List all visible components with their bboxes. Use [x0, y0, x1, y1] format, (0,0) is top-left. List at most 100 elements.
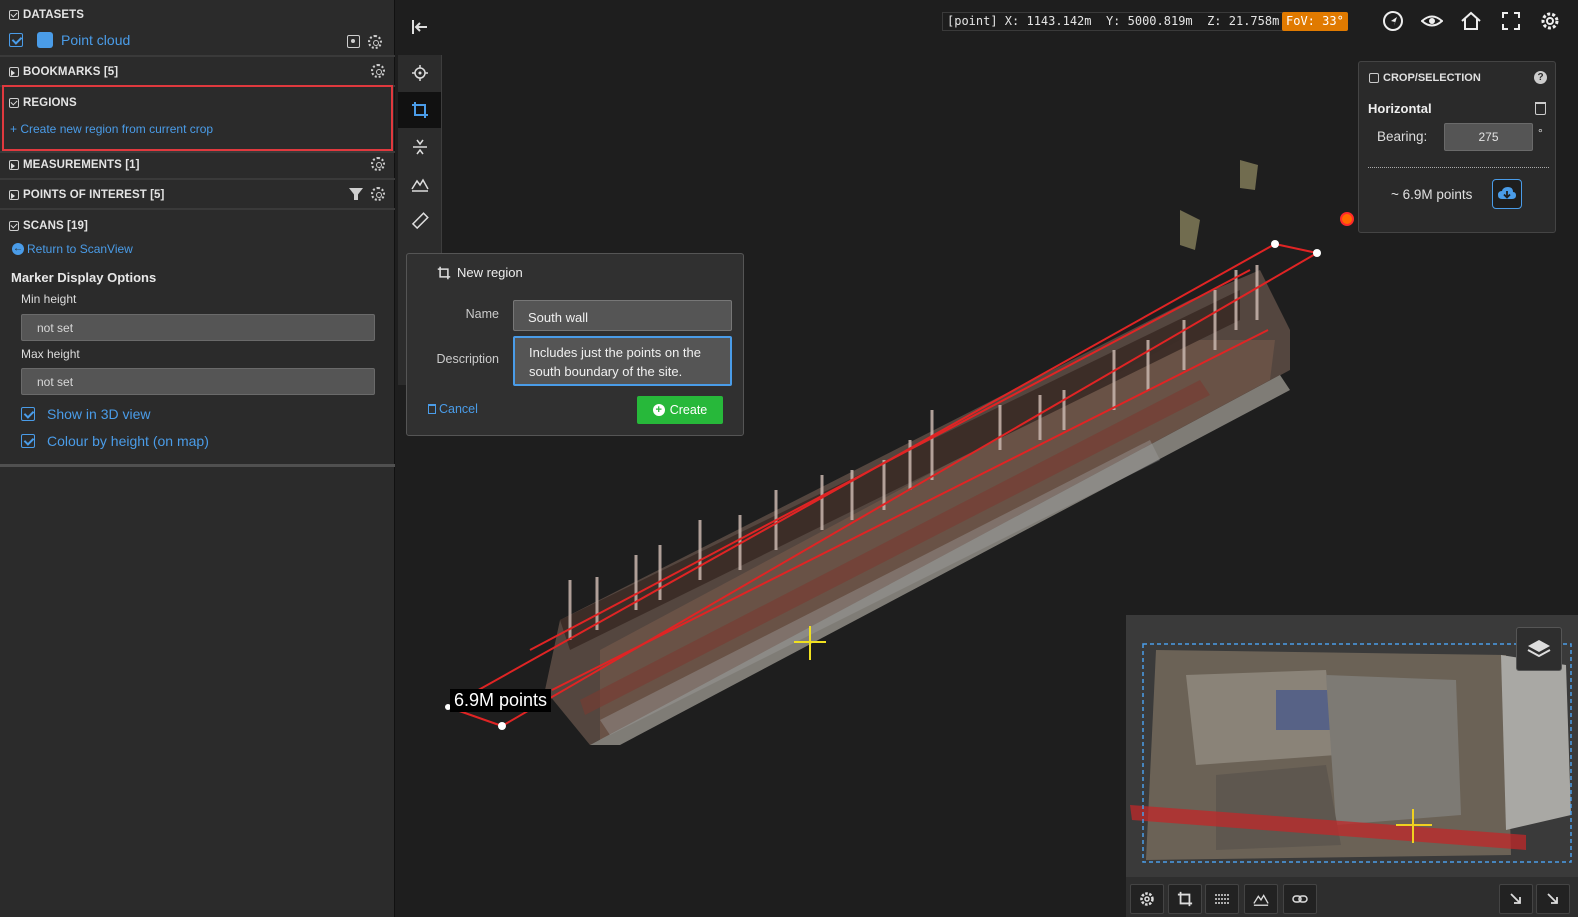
name-input[interactable]: South wall	[513, 300, 732, 331]
poi-header[interactable]: POINTS OF INTEREST [5]	[0, 184, 395, 206]
minimap-settings-button[interactable]	[1130, 884, 1164, 914]
coordinates-readout: [point] X: 1143.142m Y: 5000.819m Z: 21.…	[942, 12, 1285, 31]
crosshair-icon	[411, 65, 428, 81]
minimap-toolbar	[1126, 877, 1578, 917]
marker-options-title: Marker Display Options	[11, 270, 157, 285]
max-height-label: Max height	[21, 347, 80, 361]
scans-header[interactable]: SCANS [19]	[0, 215, 395, 237]
min-height-input[interactable]: not set	[21, 314, 375, 341]
trash-icon[interactable]	[1535, 102, 1546, 115]
download-button[interactable]	[1492, 179, 1522, 209]
dataset-item-point-cloud[interactable]: Point cloud	[9, 32, 130, 48]
scans-title: SCANS [19]	[23, 220, 88, 232]
divider	[0, 178, 395, 180]
measure-tool-button[interactable]	[398, 203, 441, 239]
show-3d-option[interactable]: Show in 3D view	[21, 406, 151, 422]
show-3d-label: Show in 3D view	[47, 406, 151, 422]
minimap[interactable]	[1126, 615, 1578, 917]
layers-button[interactable]	[1516, 627, 1562, 671]
crop-icon	[437, 266, 451, 279]
gear-icon[interactable]	[1539, 10, 1561, 32]
arrow-down-right-icon	[1510, 893, 1521, 904]
regions-header[interactable]: REGIONS	[0, 92, 395, 114]
gear-icon	[1140, 892, 1154, 906]
locate-tool-button[interactable]	[398, 55, 441, 91]
eye-icon[interactable]	[1421, 10, 1443, 32]
crop-icon	[411, 102, 428, 118]
max-height-input[interactable]: not set	[21, 368, 375, 395]
points-count: ~ 6.9M points	[1391, 187, 1473, 202]
divider	[0, 464, 395, 467]
filter-icon[interactable]	[349, 188, 363, 200]
crop-handle[interactable]	[1313, 249, 1321, 257]
plus-circle-icon: +	[652, 404, 665, 416]
return-label: Return to ScanView	[27, 242, 133, 256]
help-icon[interactable]: ?	[1534, 71, 1547, 84]
cancel-button[interactable]: Cancel	[428, 402, 478, 416]
crop-mode: Horizontal	[1368, 101, 1432, 116]
minimap-shrink-button[interactable]	[1499, 884, 1533, 914]
collapse-sidebar-icon[interactable]	[411, 18, 429, 36]
focus-icon[interactable]	[347, 35, 360, 48]
show-3d-checkbox[interactable]	[21, 407, 35, 421]
return-scanview-link[interactable]: ← Return to ScanView	[12, 242, 133, 256]
arrow-down-right-icon	[1547, 893, 1558, 904]
collapse-icon	[9, 10, 19, 20]
collapse-icon	[9, 221, 19, 231]
fov-badge[interactable]: FoV: 33°	[1282, 12, 1348, 31]
grid-lines-icon	[1215, 894, 1229, 904]
name-label: Name	[465, 307, 499, 321]
divider	[1368, 167, 1549, 168]
description-label: Description	[436, 352, 499, 366]
crop-points-label: 6.9M points	[450, 689, 552, 712]
measurements-header[interactable]: MEASUREMENTS [1]	[0, 154, 395, 176]
bearing-input[interactable]: 275	[1444, 123, 1533, 151]
bookmarks-title: BOOKMARKS [5]	[23, 66, 119, 78]
back-arrow-icon: ←	[12, 243, 24, 255]
home-icon[interactable]	[1460, 10, 1482, 32]
divider	[0, 208, 395, 210]
gear-icon[interactable]	[371, 187, 385, 201]
create-region-link[interactable]: + Create new region from current crop	[10, 122, 213, 136]
crop-tool-button[interactable]	[398, 92, 441, 128]
expand-icon	[9, 190, 19, 200]
minimap-view[interactable]	[1126, 615, 1578, 877]
gear-icon[interactable]	[371, 157, 385, 171]
mountain-icon	[410, 178, 429, 192]
navigate-icon[interactable]	[1382, 10, 1404, 32]
minimap-grid-button[interactable]	[1205, 884, 1239, 914]
description-textarea[interactable]: Includes just the points on the south bo…	[513, 336, 732, 386]
gear-icon[interactable]	[371, 64, 385, 78]
degree-unit: °	[1538, 126, 1543, 140]
minimap-collapse-button[interactable]	[1536, 884, 1570, 914]
min-height-label: Min height	[21, 292, 77, 306]
minimap-link-button[interactable]	[1283, 884, 1317, 914]
minimap-crop-button[interactable]	[1168, 884, 1202, 914]
bookmarks-header[interactable]: BOOKMARKS [5]	[0, 61, 395, 83]
profile-tool-button[interactable]	[398, 166, 441, 202]
ruler-icon	[411, 212, 429, 230]
sidebar: DATASETS Point cloud BOOKMARKS [5] REGIO…	[0, 0, 395, 917]
crop-panel-header[interactable]: CROP/SELECTION	[1369, 72, 1481, 84]
datasets-header[interactable]: DATASETS	[0, 4, 395, 26]
mountain-icon	[1253, 894, 1269, 906]
fullscreen-icon[interactable]	[1500, 10, 1522, 32]
slice-tool-button[interactable]	[398, 129, 441, 165]
expand-icon	[9, 160, 19, 170]
new-region-dialog: New region Name South wall Description I…	[406, 253, 744, 436]
crop-handle[interactable]	[498, 722, 506, 730]
gear-icon[interactable]	[368, 35, 382, 49]
minimap-profile-button[interactable]	[1244, 884, 1278, 914]
dataset-checkbox[interactable]	[9, 33, 23, 47]
colour-height-checkbox[interactable]	[21, 434, 35, 448]
create-label: Create	[669, 403, 708, 417]
link-icon	[1292, 895, 1308, 903]
create-button[interactable]: + Create	[637, 396, 723, 424]
crop-handle[interactable]	[1271, 240, 1279, 248]
colour-height-option[interactable]: Colour by height (on map)	[21, 433, 209, 449]
point-cloud-icon	[37, 32, 53, 48]
dialog-title: New region	[437, 265, 523, 280]
divider	[0, 151, 395, 153]
crop-icon	[1177, 891, 1193, 907]
rotate-handle[interactable]	[1340, 212, 1354, 226]
